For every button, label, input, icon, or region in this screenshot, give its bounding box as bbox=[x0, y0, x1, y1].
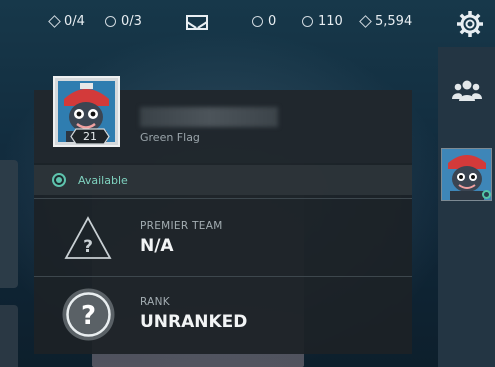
svg-text:?: ? bbox=[81, 301, 96, 331]
missions-counter[interactable]: 0/4 bbox=[48, 14, 85, 29]
social-rail bbox=[438, 47, 495, 367]
status-row[interactable]: Available bbox=[34, 165, 412, 195]
rank-unknown-icon: ? bbox=[62, 288, 115, 341]
premier-team-icon: ? bbox=[64, 216, 112, 259]
weekly-icon bbox=[105, 16, 116, 27]
vp-icon bbox=[252, 16, 263, 27]
radianite-value: 110 bbox=[318, 14, 343, 29]
divider bbox=[34, 276, 412, 277]
player-title: Green Flag bbox=[140, 131, 200, 144]
rank-label: RANK bbox=[140, 296, 170, 308]
missions-icon bbox=[48, 15, 61, 28]
kingdom-credits-counter[interactable]: 5,594 bbox=[359, 14, 413, 29]
kingdom-icon bbox=[359, 15, 372, 28]
self-avatar[interactable] bbox=[441, 148, 492, 201]
weekly-counter[interactable]: 0/3 bbox=[105, 14, 142, 29]
top-bar: 0/4 0/3 0 110 5,594 bbox=[0, 0, 495, 46]
online-status-icon bbox=[52, 173, 66, 187]
vp-counter[interactable]: 0 bbox=[252, 14, 276, 29]
premier-team-value: N/A bbox=[140, 236, 174, 256]
svg-text:?: ? bbox=[83, 237, 93, 257]
level-value: 21 bbox=[83, 130, 97, 143]
online-status-icon bbox=[482, 190, 491, 199]
player-name-redacted bbox=[140, 107, 278, 127]
premier-team-label: PREMIER TEAM bbox=[140, 220, 223, 232]
vp-value: 0 bbox=[268, 14, 277, 29]
missions-value: 0/4 bbox=[64, 14, 85, 29]
status-text: Available bbox=[78, 174, 128, 187]
left-panel-edge bbox=[0, 160, 18, 288]
mail-icon[interactable] bbox=[186, 15, 208, 30]
divider bbox=[34, 198, 412, 199]
friends-icon[interactable] bbox=[452, 79, 482, 103]
rank-value: UNRANKED bbox=[140, 312, 248, 332]
settings-gear-icon[interactable] bbox=[456, 10, 484, 38]
kingdom-value: 5,594 bbox=[375, 14, 413, 29]
radianite-counter[interactable]: 110 bbox=[302, 14, 343, 29]
radianite-icon bbox=[302, 16, 313, 27]
profile-popup: 21 Green Flag Available ? PREMIER TEAM N… bbox=[34, 76, 412, 354]
weekly-value: 0/3 bbox=[121, 14, 142, 29]
left-panel-edge-lower bbox=[0, 305, 18, 367]
